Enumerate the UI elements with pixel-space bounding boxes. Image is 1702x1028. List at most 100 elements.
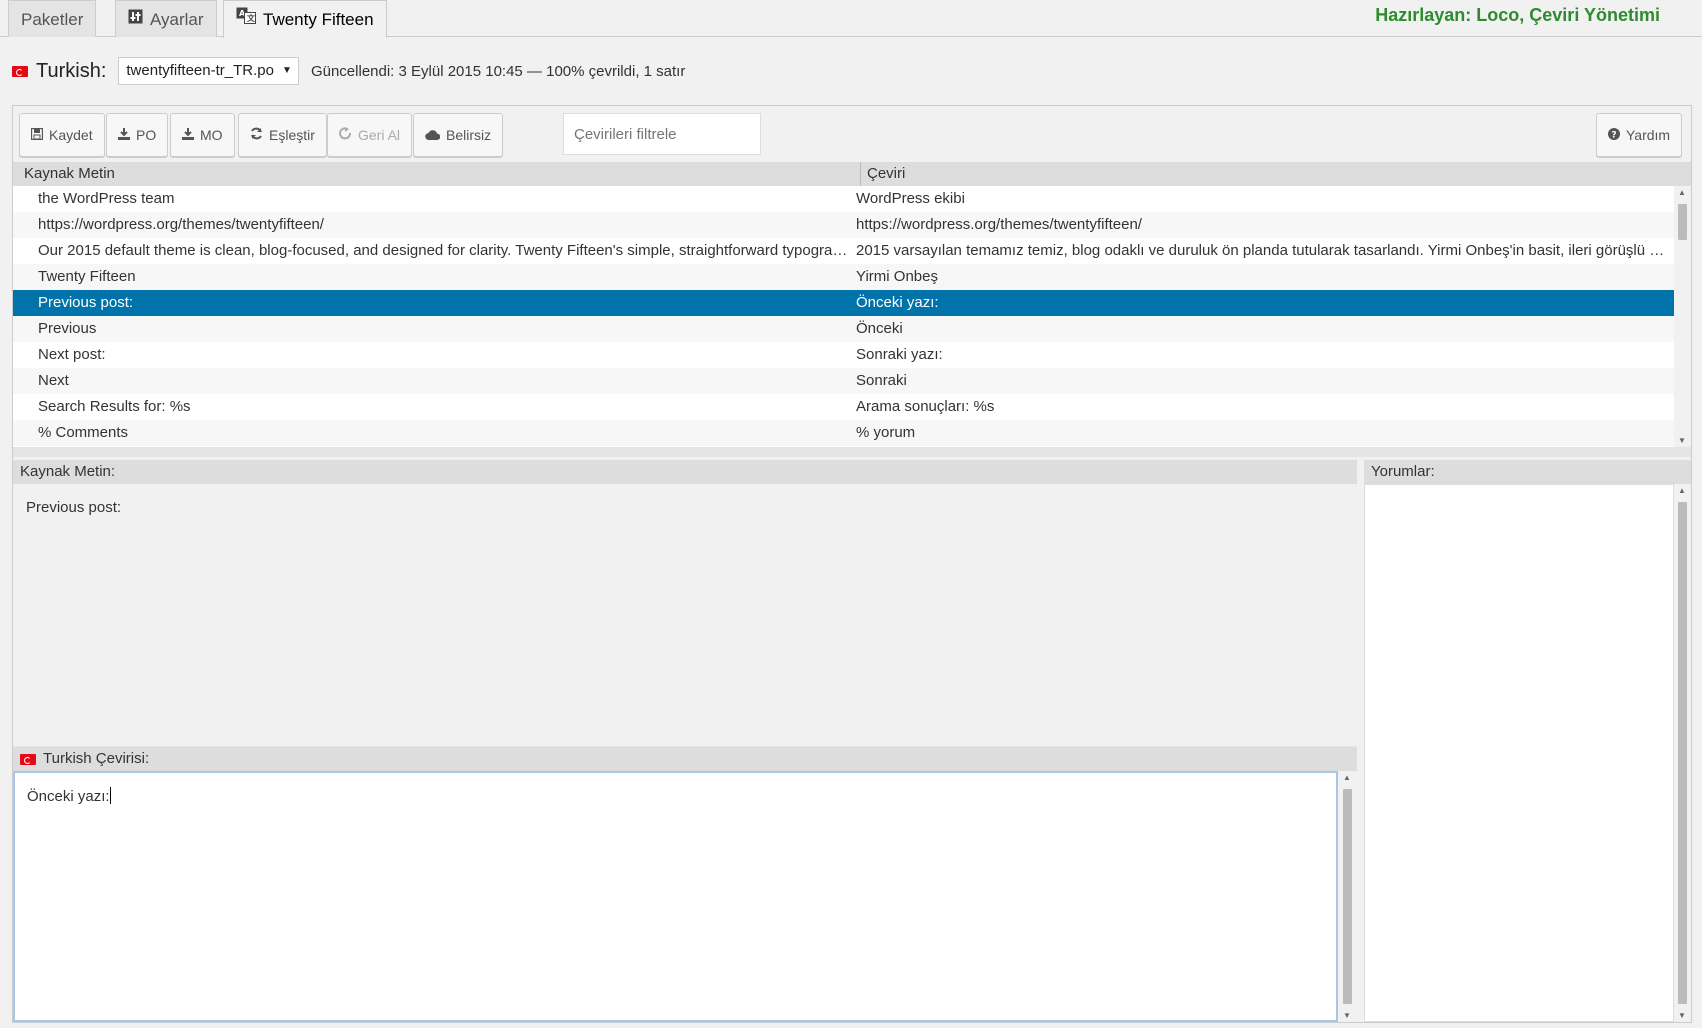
translation-cell: Sonraki (856, 372, 907, 389)
source-cell: Twenty Fifteen (38, 268, 136, 285)
save-icon (30, 127, 44, 143)
translation-textarea[interactable]: Önceki yazı: (13, 771, 1338, 1022)
scroll-down-icon[interactable]: ▼ (1678, 1011, 1686, 1020)
table-row[interactable]: Twenty Fifteen Yirmi Onbeş (13, 264, 1674, 290)
table-row[interactable]: the WordPress team WordPress ekibi (13, 186, 1674, 212)
scroll-down-icon[interactable]: ▼ (1678, 436, 1686, 445)
tab-packages[interactable]: Paketler (8, 0, 97, 37)
translation-grid: the WordPress team WordPress ekibi https:/… (13, 186, 1674, 447)
table-row[interactable]: Search Results for: %s Arama sonuçları: %… (13, 394, 1674, 420)
source-cell: Next (38, 372, 69, 389)
source-text-view: Previous post: (13, 484, 1357, 746)
download-po-button[interactable]: PO (106, 113, 169, 157)
refresh-icon (250, 127, 263, 143)
column-header-translation[interactable]: Çeviri (860, 162, 905, 186)
table-row[interactable]: Next Sonraki (13, 368, 1674, 394)
column-header-source[interactable]: Kaynak Metin (24, 162, 115, 186)
revert-label: Geri Al (358, 127, 401, 143)
translation-cell: Sonraki yazı: (856, 346, 943, 363)
download-mo-button[interactable]: MO (170, 113, 235, 157)
table-row[interactable]: Previous Önceki (13, 316, 1674, 342)
source-cell: the WordPress team (38, 190, 175, 207)
translation-cell: Önceki yazı: (856, 294, 939, 311)
help-icon: ? (1608, 127, 1620, 143)
scroll-up-icon[interactable]: ▲ (1343, 773, 1351, 782)
tab-label: Paketler (21, 9, 84, 29)
scroll-down-icon[interactable]: ▼ (1343, 1011, 1351, 1020)
locale-name: Turkish: (36, 59, 107, 82)
translation-cell: Arama sonuçları: %s (856, 398, 995, 415)
tab-label: Ayarlar (150, 9, 204, 29)
toolbar: Kaydet PO MO Eşleştir Geri Al Belirsiz Ç… (13, 106, 1691, 162)
table-row[interactable]: Next post: Sonraki yazı: (13, 342, 1674, 368)
translation-cell: https://wordpress.org/themes/twentyfifte… (856, 216, 1142, 233)
status-text: Güncellendi: 3 Eylül 2015 10:45 — 100% ç… (310, 62, 686, 80)
comments-panel-header: Yorumlar: (1364, 460, 1691, 484)
grid-header: Kaynak Metin Çeviri (13, 162, 1691, 186)
cloud-icon (425, 128, 441, 143)
tab-bar: Paketler Ayarlar A文 Twenty Fifteen Hazır… (0, 0, 1702, 38)
comments-scrollbar[interactable]: ▲ ▼ (1675, 484, 1690, 1022)
tab-settings[interactable]: Ayarlar (115, 0, 217, 37)
filter-input[interactable] (563, 113, 761, 155)
source-cell: https://wordpress.org/themes/twentyfifte… (38, 216, 324, 233)
loco-translate-editor: Paketler Ayarlar A文 Twenty Fifteen Hazır… (0, 0, 1702, 1028)
fuzzy-button[interactable]: Belirsiz (413, 113, 504, 157)
translation-cell: % yorum (856, 424, 916, 441)
tab-label: Twenty Fifteen (263, 10, 374, 29)
translation-value: Önceki yazı: (27, 788, 110, 805)
text-cursor (109, 787, 111, 804)
byline: Hazırlayan: Loco, Çeviri Yönetimi (1375, 5, 1660, 25)
source-cell: Our 2015 default theme is clean, blog-fo… (38, 242, 853, 259)
po-file-value: twentyfifteen-tr_TR.po (126, 62, 274, 79)
source-cell: Previous (38, 320, 97, 337)
table-row[interactable]: Previous post: Önceki yazı: (13, 290, 1674, 316)
scroll-up-icon[interactable]: ▲ (1678, 486, 1686, 495)
mo-label: MO (200, 127, 223, 143)
translation-cell: Yirmi Onbeş (856, 268, 938, 285)
source-cell: Next post: (38, 346, 106, 363)
sync-button[interactable]: Eşleştir (238, 113, 327, 157)
source-cell: Search Results for: %s (38, 398, 191, 415)
svg-text:?: ? (1611, 130, 1616, 140)
table-row[interactable]: https://wordpress.org/themes/twentyfifte… (13, 212, 1674, 238)
source-panel-title: Kaynak Metin: (20, 463, 116, 480)
settings-icon (128, 2, 143, 37)
grid-splitter[interactable] (13, 447, 1691, 457)
table-row[interactable]: % Comments % yorum (13, 420, 1674, 446)
svg-text:文: 文 (247, 13, 256, 23)
sync-label: Eşleştir (269, 127, 315, 143)
source-cell: Previous post: (38, 294, 134, 311)
po-file-select[interactable]: twentyfifteen-tr_TR.po ▼ (118, 57, 299, 85)
scrollbar-thumb[interactable] (1343, 789, 1352, 1004)
scrollbar-thumb[interactable] (1678, 502, 1687, 1004)
source-panel-header: Kaynak Metin: (13, 460, 1357, 484)
download-icon (182, 127, 194, 143)
source-text: Previous post: (26, 499, 122, 516)
table-row[interactable]: Our 2015 default theme is clean, blog-fo… (13, 238, 1674, 264)
translation-scrollbar[interactable]: ▲ ▼ (1340, 771, 1355, 1022)
editor-panel: Kaydet PO MO Eşleştir Geri Al Belirsiz Ç… (12, 105, 1692, 1023)
revert-button[interactable]: Geri Al (327, 113, 413, 157)
turkey-flag-icon (12, 65, 28, 77)
grid-scrollbar[interactable]: ▲ ▼ (1675, 186, 1690, 447)
undo-icon (339, 127, 352, 143)
translation-cell: Önceki (856, 320, 903, 337)
chevron-down-icon: ▼ (282, 65, 292, 76)
save-label: Kaydet (49, 127, 93, 143)
save-button[interactable]: Kaydet (19, 113, 105, 157)
translation-panel-header: Turkish Çevirisi: (13, 747, 1357, 771)
download-icon (118, 127, 130, 143)
comments-textarea[interactable] (1364, 484, 1674, 1022)
help-label: Yardım (1626, 127, 1671, 143)
help-button[interactable]: ? Yardım (1596, 113, 1683, 157)
po-label: PO (136, 127, 157, 143)
scrollbar-thumb[interactable] (1678, 204, 1687, 240)
turkey-flag-icon (20, 753, 36, 765)
scroll-up-icon[interactable]: ▲ (1678, 188, 1686, 197)
locale-header: Turkish: twentyfifteen-tr_TR.po ▼ Güncel… (12, 56, 685, 86)
tab-twenty-fifteen[interactable]: A文 Twenty Fifteen (223, 0, 387, 38)
translation-panel-title: Turkish Çevirisi: (43, 750, 150, 767)
source-cell: % Comments (38, 424, 129, 441)
fuzzy-label: Belirsiz (446, 127, 492, 143)
